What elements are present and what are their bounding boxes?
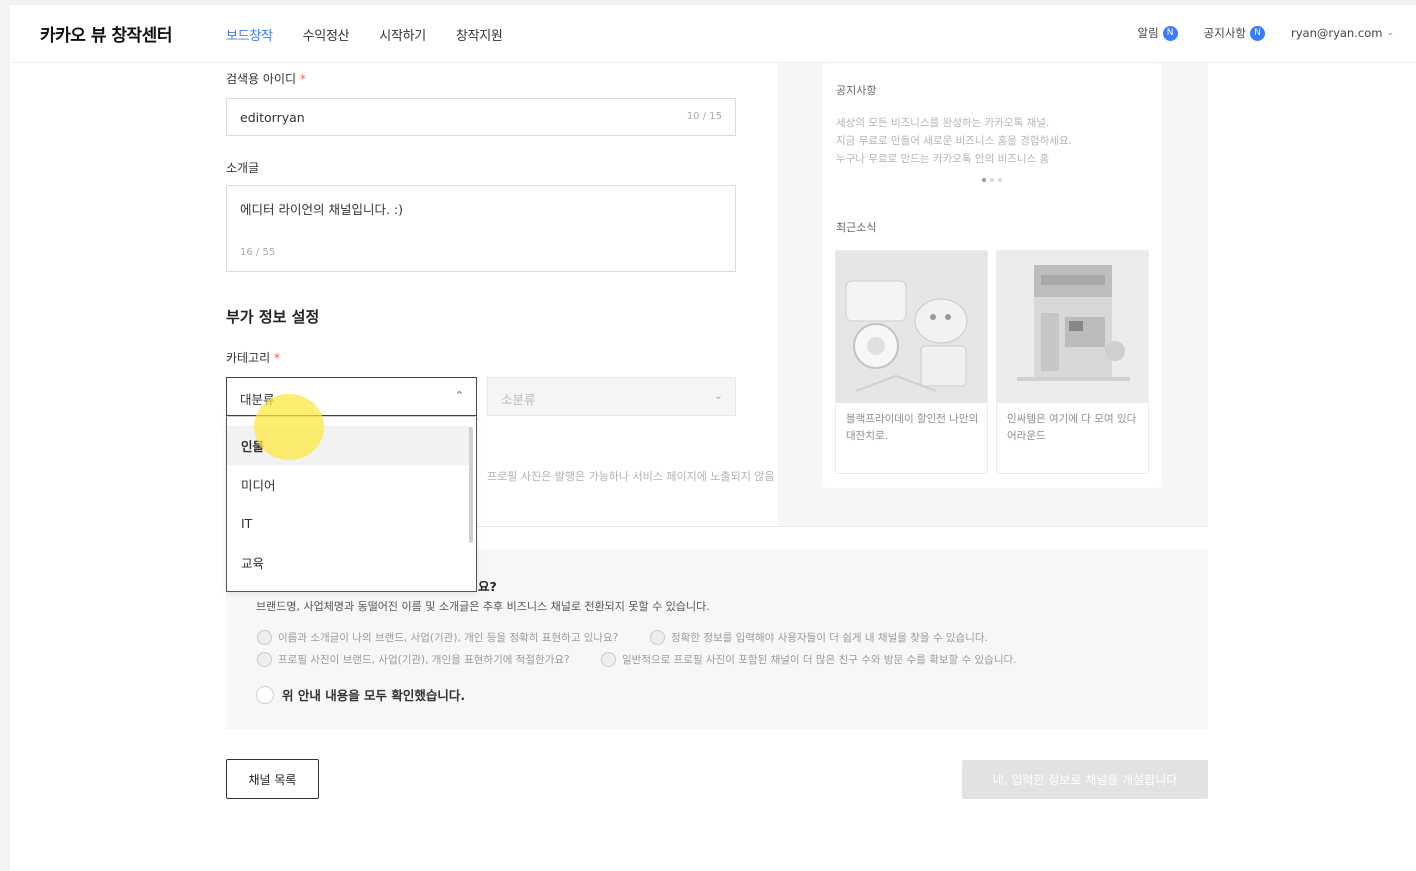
confirm-text: 위 안내 내용을 모두 확인했습니다.: [282, 688, 466, 703]
guide-check-item: 프로필 사진이 브랜드, 사업(기관), 개인을 표현하기에 적절한가요?: [257, 652, 570, 667]
news-card[interactable]: 인싸템은 여기에 다 모여 있다 어라운드: [996, 250, 1149, 474]
guide-check-text: 정확한 정보를 입력해야 사용자들이 더 쉽게 내 채널을 찾을 수 있습니다.: [671, 632, 988, 644]
chevron-down-icon: ⌄: [713, 389, 723, 402]
search-id-counter: 10 / 15: [686, 111, 722, 122]
check-circle-icon: [650, 630, 665, 645]
confirm-checkbox-row[interactable]: 위 안내 내용을 모두 확인했습니다.: [256, 685, 465, 704]
extra-info-section-title: 부가 정보 설정: [226, 308, 320, 326]
guide-heading: 요?: [478, 579, 497, 594]
app-logo[interactable]: 카카오 뷰 창작센터: [40, 21, 172, 46]
minor-category-select[interactable]: 소분류 ⌄: [487, 377, 736, 416]
main-nav: 보드창작 수익정산 시작하기 창작지원: [226, 25, 503, 44]
carousel-dot[interactable]: [982, 178, 986, 182]
required-mark: *: [274, 351, 280, 365]
chevron-up-icon: ⌃: [454, 389, 464, 402]
check-circle-icon: [601, 652, 616, 667]
intro-label: 소개글: [226, 161, 260, 175]
required-mark: *: [299, 72, 306, 86]
notice-line: 세상의 모든 비즈니스를 완성하는 카카오톡 채널.: [836, 117, 1050, 129]
create-channel-button[interactable]: 네, 입력한 정보로 채널을 개설합니다: [962, 760, 1208, 799]
guide-check-text: 프로필 사진이 브랜드, 사업(기관), 개인을 표현하기에 적절한가요?: [278, 654, 570, 666]
notice-line: 지금 무료로 만들어 새로운 비즈니스 홈을 경험하세요.: [836, 135, 1072, 147]
hidden-hint-text: 프로필 사진은 발행은 가능하나 서비스 페이지에 노출되지 않음: [487, 470, 775, 483]
news-caption: 인싸템은 여기에 다 모여 있다 어라운드: [1007, 413, 1137, 442]
alerts-link[interactable]: 알림 N: [1137, 25, 1178, 41]
news-caption: 블랙프라이데이 할인전 나만의 대잔치로.: [846, 413, 979, 442]
notice-link[interactable]: 공지사항 N: [1204, 25, 1265, 41]
cursor-highlight: [254, 394, 324, 460]
dropdown-scrollbar[interactable]: [469, 427, 473, 543]
notice-carousel[interactable]: 세상의 모든 비즈니스를 완성하는 카카오톡 채널. 지금 무료로 만들어 새로…: [836, 114, 1072, 168]
check-circle-icon: [257, 652, 272, 667]
notice-label: 공지사항: [1203, 26, 1246, 40]
search-id-input[interactable]: editorryan 10 / 15: [226, 98, 736, 136]
guide-check-item: 정확한 정보를 입력해야 사용자들이 더 쉽게 내 채널을 찾을 수 있습니다.: [650, 630, 988, 645]
confirm-radio[interactable]: [256, 685, 274, 704]
carousel-dots: [982, 178, 1002, 182]
top-header: 카카오 뷰 창작센터 보드창작 수익정산 시작하기 창작지원 알림 N 공지사항…: [10, 5, 1416, 63]
nav-getting-started[interactable]: 시작하기: [379, 25, 426, 44]
intro-textarea[interactable]: 에디터 라이언의 채널입니다. :) 16 / 55: [226, 185, 736, 272]
intro-counter: 16 / 55: [240, 247, 276, 258]
carousel-dot[interactable]: [990, 178, 994, 182]
intro-value: 에디터 라이언의 채널입니다. :): [240, 202, 403, 217]
sidebar-news-title: 최근소식: [836, 221, 877, 234]
channel-list-button[interactable]: 채널 목록: [226, 759, 319, 799]
chevron-down-icon: ⌄: [1386, 28, 1394, 38]
window-left-edge: [0, 0, 10, 871]
minor-category-value: 소분류: [501, 392, 536, 407]
check-circle-icon: [257, 630, 272, 645]
header-utilities: 알림 N 공지사항 N ryan@ryan.com ⌄: [1137, 25, 1394, 41]
guide-check-item: 일반적으로 프로필 사진이 포함된 채널이 더 많은 친구 수와 방문 수를 확…: [601, 652, 1017, 667]
nav-creator-support[interactable]: 창작지원: [456, 25, 503, 44]
alerts-new-badge: N: [1162, 25, 1178, 41]
category-label-text: 카테고리: [226, 351, 271, 365]
account-menu[interactable]: ryan@ryan.com ⌄: [1291, 26, 1394, 40]
news-thumbnail: [997, 251, 1148, 403]
carousel-dot[interactable]: [998, 178, 1002, 182]
nav-board-create[interactable]: 보드창작: [226, 25, 273, 44]
category-label: 카테고리 *: [226, 349, 280, 366]
sidebar-notice-title: 공지사항: [836, 84, 877, 97]
search-id-value: editorryan: [240, 110, 305, 125]
search-id-label-text: 검색용 아이디: [226, 72, 297, 86]
dropdown-option-media[interactable]: 미디어: [227, 465, 471, 504]
search-id-label: 검색용 아이디 *: [226, 70, 306, 87]
account-email: ryan@ryan.com: [1290, 26, 1383, 40]
guide-check-item: 이름과 소개글이 나의 브랜드, 사업(기관), 개인 등을 정확히 표현하고 …: [257, 630, 618, 645]
dropdown-option-it[interactable]: IT: [227, 504, 471, 543]
illustration-icon: [836, 251, 987, 403]
guide-check-text: 일반적으로 프로필 사진이 포함된 채널이 더 많은 친구 수와 방문 수를 확…: [622, 654, 1017, 666]
dropdown-option-education[interactable]: 교육: [227, 543, 471, 582]
guide-check-text: 이름과 소개글이 나의 브랜드, 사업(기관), 개인 등을 정확히 표현하고 …: [278, 632, 619, 644]
news-card[interactable]: 블랙프라이데이 할인전 나만의 대잔치로.: [835, 250, 988, 474]
notice-line: 누구나 무료로 만드는 카카오톡 안의 비즈니스 홈: [836, 153, 1050, 165]
alerts-label: 알림: [1137, 26, 1159, 40]
nav-revenue[interactable]: 수익정산: [303, 25, 350, 44]
guide-subtitle: 브랜드명, 사업체명과 동떨어진 이름 및 소개글은 추후 비즈니스 채널로 전…: [256, 600, 710, 613]
store-icon: [997, 251, 1148, 403]
news-thumbnail: [836, 251, 987, 403]
notice-new-badge: N: [1249, 25, 1265, 41]
